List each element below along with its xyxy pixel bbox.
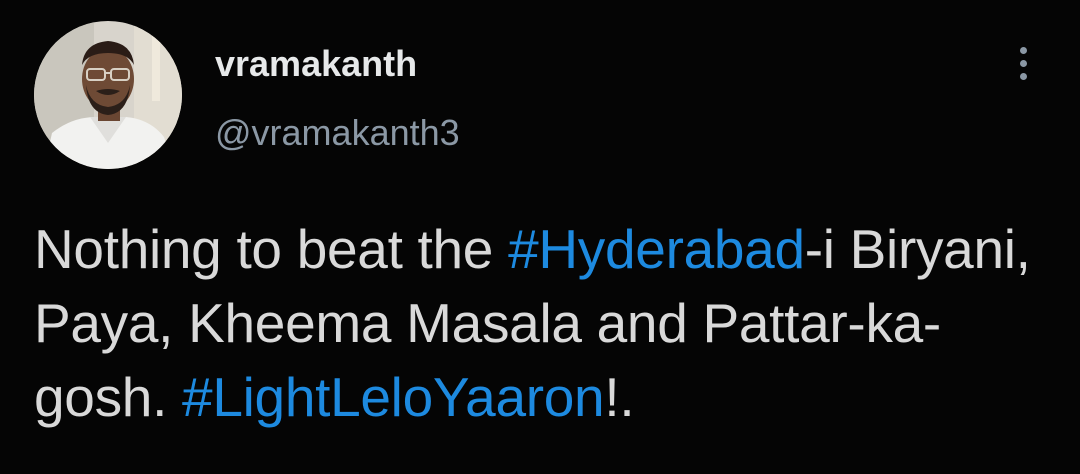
tweet-text-segment: !. [604,366,635,428]
avatar[interactable] [34,21,182,169]
more-options-button[interactable] [1004,44,1044,84]
user-handle[interactable]: @vramakanth3 [215,112,460,154]
tweet-text: Nothing to beat the #Hyderabad-i Biryani… [34,212,1054,434]
tweet-card: vramakanth @vramakanth3 Nothing to beat … [0,0,1080,474]
more-vertical-icon [1020,47,1027,54]
tweet-text-segment: Nothing to beat the [34,218,509,280]
display-name[interactable]: vramakanth [215,43,417,85]
hashtag-link-lightleloyaaron[interactable]: #LightLeloYaaron [182,366,605,428]
avatar-photo [34,21,182,169]
more-vertical-icon-dot [1020,60,1027,67]
hashtag-link-hyderabad[interactable]: #Hyderabad [508,218,805,280]
more-vertical-icon-dot [1020,73,1027,80]
